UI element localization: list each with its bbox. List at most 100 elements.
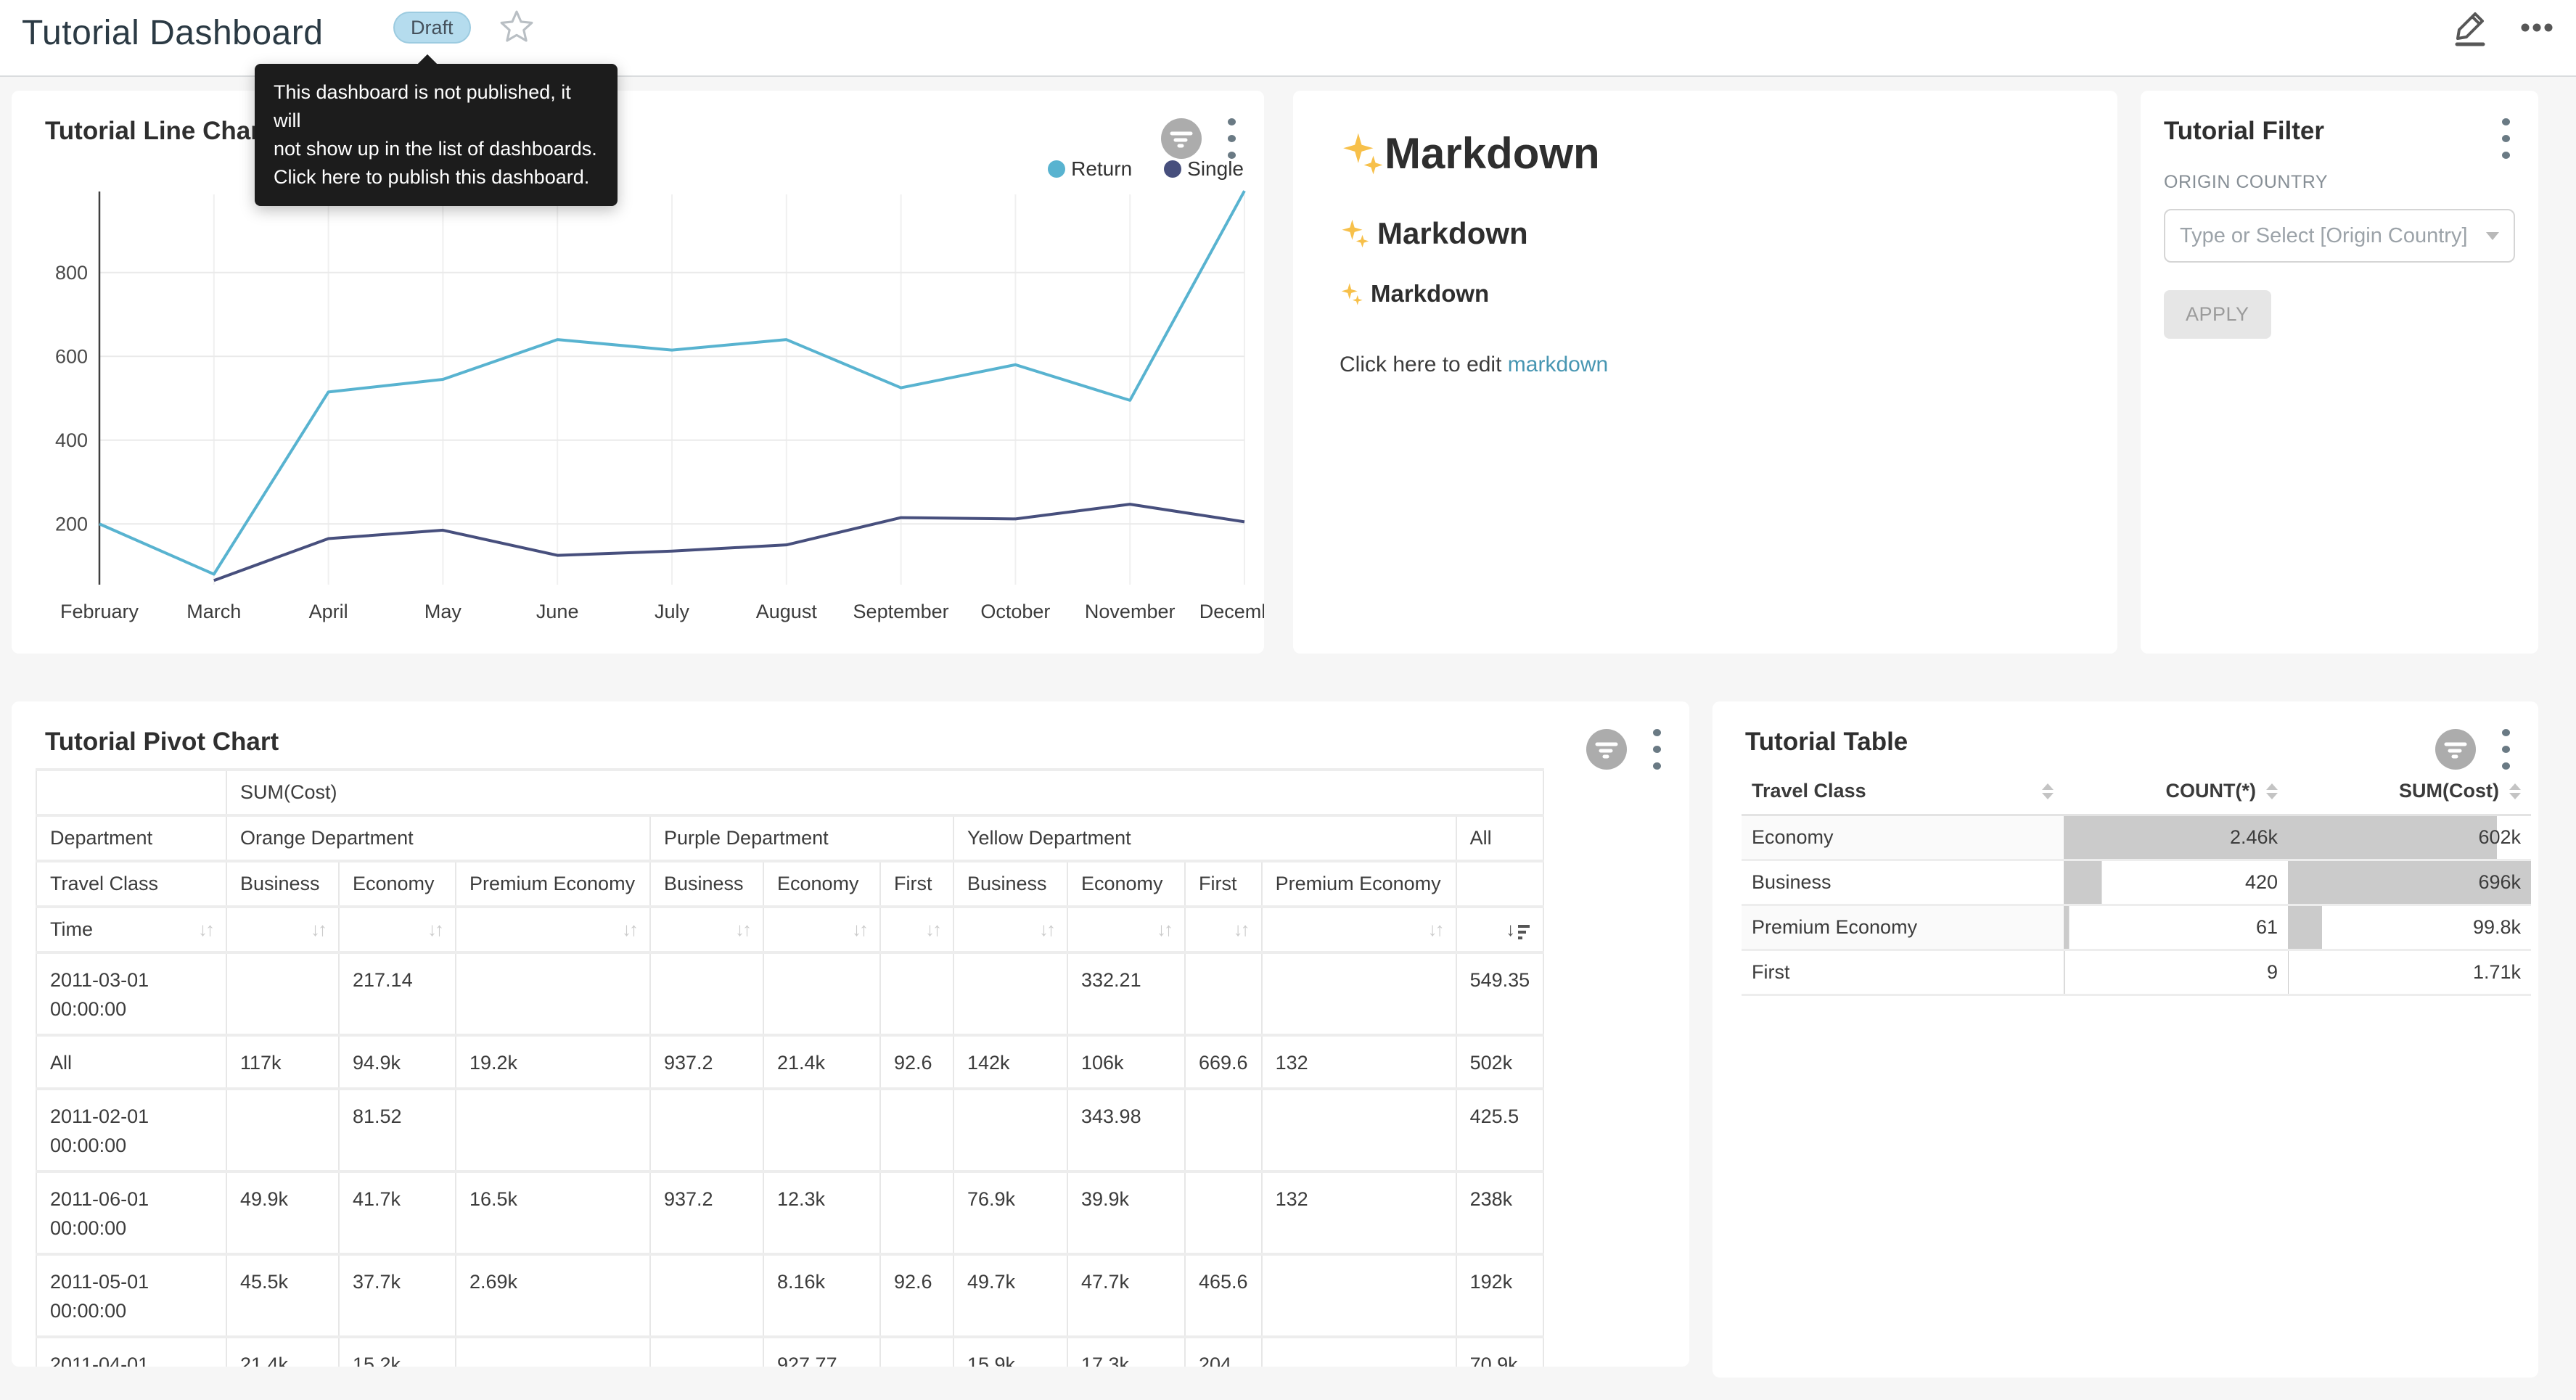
pivot-time-label: Time: [50, 918, 93, 941]
origin-country-select[interactable]: Type or Select [Origin Country]: [2164, 209, 2515, 263]
markdown-card[interactable]: Markdown Markdown Markdown Click here to…: [1293, 91, 2117, 654]
pivot-sort-cell: ↓↑: [1067, 907, 1185, 952]
pivot-cell: [1262, 1337, 1456, 1367]
pivot-row: 2011-05-01 00:00:0045.5k37.7k2.69k8.16k9…: [36, 1254, 1543, 1337]
filter-card-kebab-menu-icon[interactable]: [2495, 118, 2516, 159]
pivot-sort-button[interactable]: ↓↑: [198, 918, 213, 941]
pivot-row-label: 2011-05-01 00:00:00: [36, 1254, 226, 1337]
pivot-cell: 47.7k: [1067, 1254, 1185, 1337]
pivot-cell: [650, 1089, 763, 1172]
pivot-cell: 92.6: [880, 1035, 953, 1089]
sum-cost-cell: 99.8k: [2288, 905, 2531, 950]
pivot-row-label: 2011-06-01 00:00:00: [36, 1172, 226, 1254]
legend-item-return[interactable]: Return: [1048, 157, 1132, 181]
pivot-sort-button[interactable]: ↓↑: [1428, 918, 1443, 941]
pivot-cell: 927.77: [763, 1337, 880, 1367]
markdown-edit-link[interactable]: markdown: [1508, 353, 1608, 376]
table-column-header[interactable]: Travel Class: [1742, 768, 2064, 815]
pivot-cell: 94.9k: [339, 1035, 456, 1089]
chevron-down-icon: [2486, 232, 2499, 240]
pivot-cell: [1262, 952, 1456, 1035]
pivot-cell: 16.5k: [456, 1172, 650, 1254]
pivot-cell: [880, 952, 953, 1035]
pivot-row-label: 2011-02-01 00:00:00: [36, 1089, 226, 1172]
pivot-sort-cell: ↓↑: [339, 907, 456, 952]
draft-badge[interactable]: Draft: [393, 12, 471, 44]
pivot-class-header: First: [1185, 861, 1262, 907]
x-axis-label: December: [1199, 601, 1264, 622]
travel-class-cell: First: [1742, 950, 2064, 995]
pivot-sort-button-active[interactable]: ↓: [1506, 918, 1530, 941]
pivot-corner-cell: [36, 770, 226, 815]
pivot-sort-cell: ↓↑: [456, 907, 650, 952]
pivot-cell: [1262, 1254, 1456, 1337]
pivot-class-header: Economy: [763, 861, 880, 907]
sparkles-icon: [1340, 131, 1385, 176]
x-axis-labels: FebruaryMarchAprilMayJuneJulyAugustSepte…: [60, 601, 1264, 622]
table-kebab-menu-icon[interactable]: [2495, 729, 2516, 770]
legend-label: Single: [1187, 157, 1244, 181]
pivot-sort-button[interactable]: ↓↑: [1157, 918, 1171, 941]
filter-indicator-icon[interactable]: [2435, 729, 2476, 770]
draft-tooltip[interactable]: This dashboard is not published, it will…: [255, 64, 618, 206]
pivot-cell: 41.7k: [339, 1172, 456, 1254]
pivot-sort-button[interactable]: ↓↑: [311, 918, 325, 941]
pivot-sort-button[interactable]: ↓↑: [622, 918, 636, 941]
pivot-cell: [953, 1089, 1067, 1172]
legend-label: Return: [1071, 157, 1132, 181]
pivot-table: SUM(Cost)DepartmentOrange DepartmentPurp…: [36, 768, 1544, 1367]
pivot-sort-cell: ↓↑: [880, 907, 953, 952]
more-ellipsis-icon[interactable]: [2518, 9, 2556, 46]
sort-caret-icon[interactable]: [2266, 783, 2278, 799]
pivot-cell: 39.9k: [1067, 1172, 1185, 1254]
pivot-sort-button[interactable]: ↓↑: [1234, 918, 1248, 941]
line-chart-kebab-menu-icon[interactable]: [1221, 118, 1242, 159]
tooltip-line: not show up in the list of dashboards.: [274, 135, 599, 163]
markdown-h3: Markdown: [1340, 280, 2071, 308]
pivot-cell: 117k: [226, 1035, 339, 1089]
pivot-all-header: All: [1456, 815, 1544, 861]
pivot-cell: 70.9k: [1456, 1337, 1544, 1367]
count-cell: 2.46k: [2064, 815, 2288, 860]
pivot-kebab-menu-icon[interactable]: [1646, 729, 1668, 770]
pivot-cell: 12.3k: [763, 1172, 880, 1254]
pivot-sort-button[interactable]: ↓↑: [427, 918, 442, 941]
table-column-header[interactable]: SUM(Cost): [2288, 768, 2531, 815]
pivot-group-header: Orange Department: [226, 815, 650, 861]
edit-pencil-icon[interactable]: [2451, 9, 2489, 46]
pivot-sort-button[interactable]: ↓↑: [925, 918, 940, 941]
pivot-sort-button[interactable]: ↓↑: [735, 918, 750, 941]
pivot-row: 2011-02-01 00:00:0081.52343.98425.5: [36, 1089, 1543, 1172]
pivot-sort-button[interactable]: ↓↑: [1039, 918, 1054, 941]
x-axis-label: November: [1085, 601, 1176, 622]
favorite-star-icon[interactable]: [499, 9, 534, 44]
apply-button[interactable]: APPLY: [2164, 290, 2271, 339]
pivot-cell: [226, 1089, 339, 1172]
sparkles-icon: [1340, 218, 1370, 249]
table-column-header[interactable]: COUNT(*): [2064, 768, 2288, 815]
pivot-row-label: All: [36, 1035, 226, 1089]
filter-indicator-icon[interactable]: [1586, 729, 1627, 770]
tooltip-line: This dashboard is not published, it will: [274, 78, 599, 135]
legend-item-single[interactable]: Single: [1164, 157, 1244, 181]
table-card-title: Tutorial Table: [1745, 728, 1908, 757]
pivot-cell: 425.5: [1456, 1089, 1544, 1172]
x-axis-label: July: [655, 601, 690, 622]
pivot-cell: [226, 952, 339, 1035]
pivot-sort-cell: ↓↑: [1185, 907, 1262, 952]
pivot-cell: 142k: [953, 1035, 1067, 1089]
pivot-cell: 49.7k: [953, 1254, 1067, 1337]
pivot-cell: [763, 1089, 880, 1172]
series-line-single[interactable]: [214, 504, 1244, 580]
pivot-cell: 45.5k: [226, 1254, 339, 1337]
pivot-sort-button[interactable]: ↓↑: [852, 918, 866, 941]
pivot-sort-cell: ↓↑: [226, 907, 339, 952]
pivot-cell: 937.2: [650, 1035, 763, 1089]
sort-caret-icon[interactable]: [2042, 783, 2054, 799]
sparkles-icon: [1340, 282, 1363, 306]
pivot-cell: 204: [1185, 1337, 1262, 1367]
line-chart-plot[interactable]: 200400600800FebruaryMarchAprilMayJuneJul…: [12, 189, 1264, 653]
filter-indicator-icon[interactable]: [1161, 118, 1202, 159]
sort-caret-icon[interactable]: [2509, 783, 2521, 799]
pivot-sort-cell: ↓: [1456, 907, 1544, 952]
